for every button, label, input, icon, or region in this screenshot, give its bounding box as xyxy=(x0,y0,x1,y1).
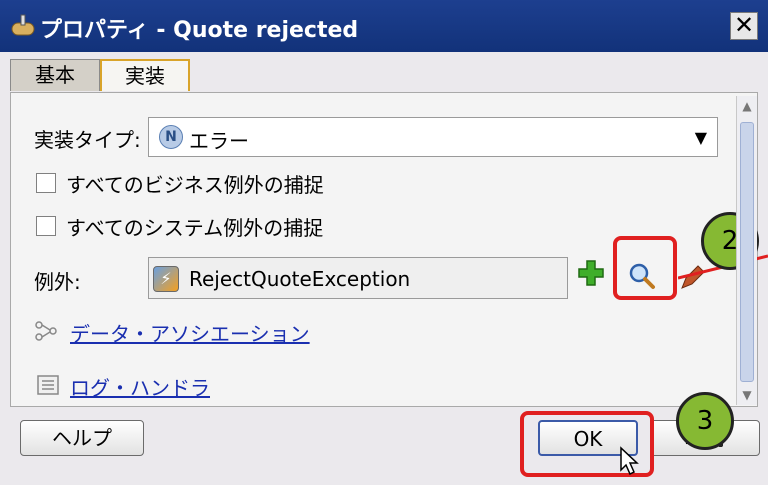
exception-icon: ⚡ xyxy=(153,266,179,292)
search-icon[interactable] xyxy=(628,262,656,290)
close-button[interactable]: ✕ xyxy=(730,12,758,40)
exception-label: 例外: xyxy=(34,270,81,294)
scroll-down-icon[interactable]: ▼ xyxy=(737,385,757,405)
log-handler-icon xyxy=(37,375,59,395)
impl-type-select[interactable]: N エラー ▼ xyxy=(148,117,718,157)
window-title: プロパティ - Quote rejected xyxy=(40,18,359,43)
catch-business-checkbox[interactable] xyxy=(36,173,56,193)
exception-value: RejectQuoteException xyxy=(189,267,411,291)
data-association-link[interactable]: データ・アソシエーション xyxy=(70,318,310,347)
step-3-callout: 3 xyxy=(676,392,734,450)
tab-implementation[interactable]: 実装 xyxy=(100,59,190,91)
impl-type-label: 実装タイプ: xyxy=(34,128,141,152)
scroll-thumb[interactable] xyxy=(740,122,754,382)
catch-system-checkbox[interactable] xyxy=(36,216,56,236)
properties-icon xyxy=(11,14,35,36)
mouse-pointer-icon xyxy=(620,446,639,476)
title-bar[interactable]: プロパティ - Quote rejected ✕ xyxy=(0,0,768,52)
properties-dialog: プロパティ - Quote rejected ✕ 基本 実装 実装タイプ: N … xyxy=(0,0,768,485)
help-button[interactable]: ヘルプ xyxy=(20,420,144,456)
scroll-up-icon[interactable]: ▲ xyxy=(737,96,757,116)
data-association-icon xyxy=(35,321,57,341)
chevron-down-icon[interactable]: ▼ xyxy=(695,128,707,147)
vertical-scrollbar[interactable]: ▲ ▼ xyxy=(736,96,757,405)
error-event-icon: N xyxy=(159,125,183,149)
catch-business-label: すべてのビジネス例外の捕捉 xyxy=(66,173,324,197)
exception-field[interactable]: ⚡ RejectQuoteException xyxy=(148,257,568,299)
tab-basic[interactable]: 基本 xyxy=(10,59,100,91)
log-handler-link[interactable]: ログ・ハンドラ xyxy=(70,372,210,401)
close-icon: ✕ xyxy=(733,11,755,39)
catch-system-label: すべてのシステム例外の捕捉 xyxy=(66,216,324,240)
impl-type-value: エラー xyxy=(189,129,249,153)
add-icon[interactable] xyxy=(576,258,606,288)
